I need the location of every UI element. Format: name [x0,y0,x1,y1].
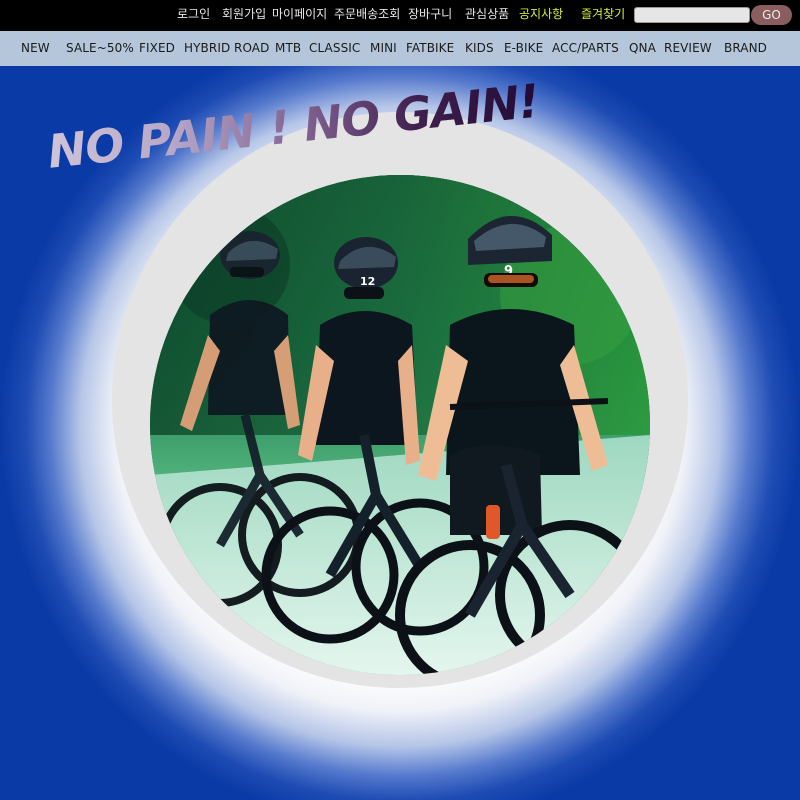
nav-item-qna[interactable]: QNA [629,41,656,55]
nav-item-road[interactable]: ROAD [234,41,269,55]
rider-number-12: 12 [360,275,375,288]
wishlist-link[interactable]: 관심상품 [465,7,509,21]
nav-item-fixed[interactable]: FIXED [139,41,175,55]
cyclists-illustration: 12 9 [150,175,650,675]
nav-item-classic[interactable]: CLASSIC [309,41,360,55]
nav-item-review[interactable]: REVIEW [664,41,712,55]
nav-item-fatbike[interactable]: FATBIKE [406,41,454,55]
order-tracking-link[interactable]: 주문배송조회 [334,7,400,21]
nav-item-new[interactable]: NEW [21,41,50,55]
signup-link[interactable]: 회원가입 [222,7,266,21]
bookmark-link[interactable]: 즐겨찾기 [581,7,625,21]
category-nav: NEW SALE~50% FIXED HYBRID ROAD MTB CLASS… [0,31,800,66]
search-input[interactable] [634,7,750,23]
nav-item-acc-parts[interactable]: ACC/PARTS [552,41,619,55]
nav-item-sale[interactable]: SALE~50% [66,41,134,55]
hero-cyclists-photo[interactable]: 12 9 [150,175,650,675]
nav-item-hybrid[interactable]: HYBRID [184,41,230,55]
nav-item-mtb[interactable]: MTB [275,41,301,55]
notice-link[interactable]: 공지사항 [519,7,563,21]
search-go-button[interactable]: GO [751,5,792,25]
mypage-link[interactable]: 마이페이지 [272,7,327,21]
nav-item-ebike[interactable]: E-BIKE [504,41,543,55]
cart-link[interactable]: 장바구니 [408,7,452,21]
nav-item-mini[interactable]: MINI [370,41,397,55]
nav-item-brand[interactable]: BRAND [724,41,767,55]
nav-item-kids[interactable]: KIDS [465,41,494,55]
login-link[interactable]: 로그인 [177,7,210,21]
top-utility-bar: 로그인 회원가입 마이페이지 주문배송조회 장바구니 관심상품 공지사항 즐겨찾… [0,0,800,31]
